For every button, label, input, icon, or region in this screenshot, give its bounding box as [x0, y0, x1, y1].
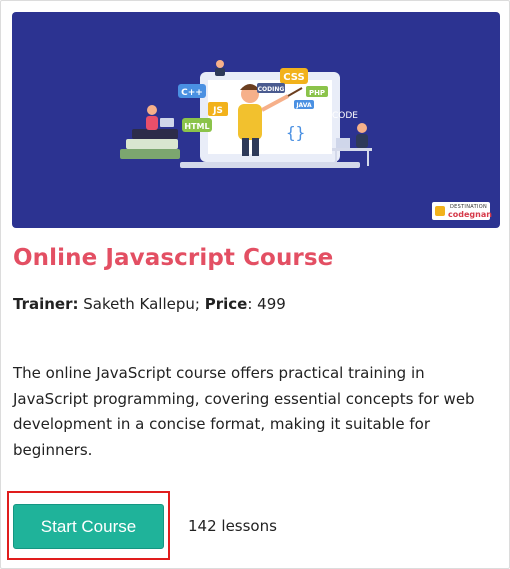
banner-illustration: C++ CSS JS CODING PHP JAVA HTML CODE {} [120, 60, 372, 168]
course-title: Online Javascript Course [13, 245, 334, 271]
codegnan-logo-mark [435, 206, 445, 216]
svg-text:PHP: PHP [309, 89, 325, 97]
presenter-body [238, 104, 262, 140]
svg-text:JAVA: JAVA [295, 102, 312, 109]
codegnan-logo: DESTINATION codegnan [432, 202, 492, 220]
svg-text:{}: {} [286, 123, 305, 142]
svg-text:JS: JS [212, 106, 223, 116]
course-card: C++ CSS JS CODING PHP JAVA HTML CODE {} [0, 0, 510, 569]
course-meta: Trainer: Saketh Kallepu; Price: 499 [13, 295, 286, 313]
trainer-label: Trainer: [13, 295, 79, 313]
lesson-count: 142 lessons [188, 517, 277, 535]
course-banner-image: C++ CSS JS CODING PHP JAVA HTML CODE {} [12, 12, 500, 228]
price-value: : 499 [247, 295, 286, 313]
svg-text:CSS: CSS [283, 72, 304, 83]
start-course-button[interactable]: Start Course [13, 504, 164, 549]
trainer-name: Saketh Kallepu; [83, 295, 200, 313]
svg-text:CODING: CODING [258, 86, 285, 93]
svg-text:C++: C++ [181, 88, 203, 98]
book-stack [120, 149, 180, 159]
brand-line-2: codegnan [448, 210, 492, 219]
price-label: Price [204, 295, 248, 313]
course-description: The online JavaScript course offers prac… [13, 364, 475, 459]
svg-text:CODE: CODE [332, 111, 358, 121]
monitor-base [180, 162, 360, 168]
svg-text:HTML: HTML [184, 122, 209, 131]
